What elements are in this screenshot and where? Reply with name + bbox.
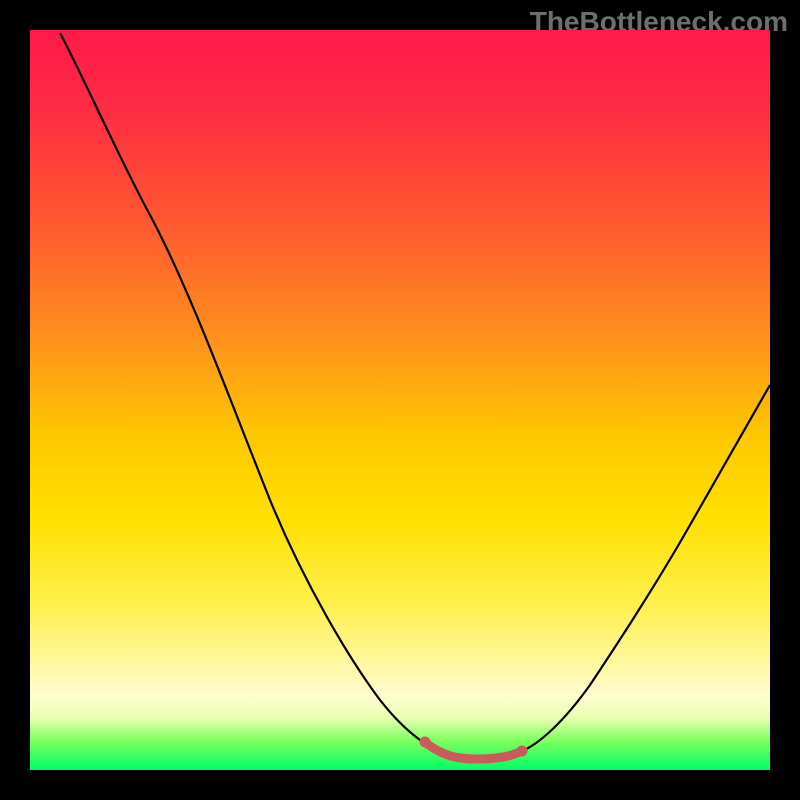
marker-dot-right [517, 746, 528, 757]
bottom-marker-path [425, 742, 522, 759]
plot-area [30, 30, 770, 770]
marker-dot-left [420, 737, 431, 748]
chart-container: TheBottleneck.com [0, 0, 800, 800]
main-curve-path [60, 33, 770, 758]
curve-svg [30, 30, 770, 770]
